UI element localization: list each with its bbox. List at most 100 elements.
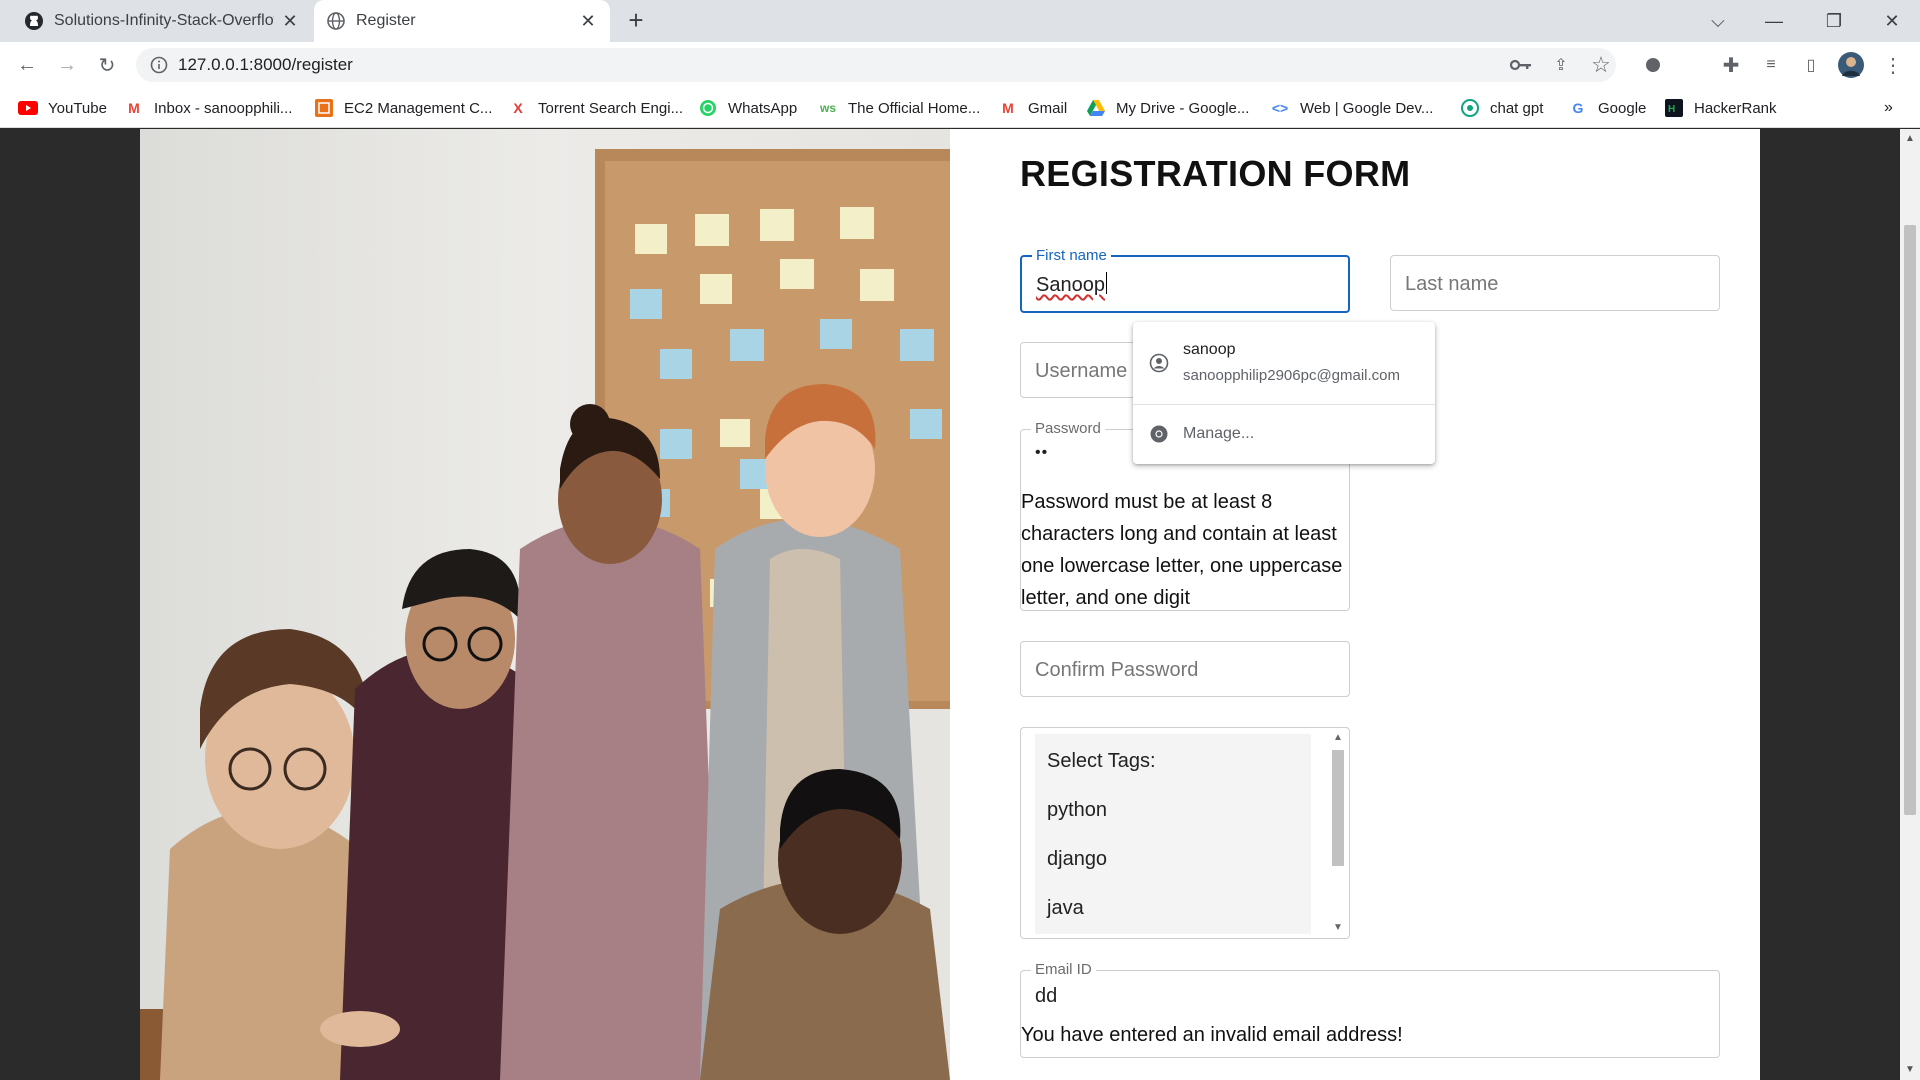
bookmark-official-home[interactable]: ws The Official Home... [818, 88, 980, 128]
suggestion-email: sanoopphilip2906pc@gmail.com [1183, 367, 1401, 384]
address-bar[interactable]: 127.0.0.1:8000/register [136, 48, 1616, 82]
bookmark-google-dev[interactable]: <> Web | Google Dev... [1270, 88, 1434, 128]
page-viewport: REGISTRATION FORM First name Sanoop Last… [0, 129, 1920, 1080]
tag-option-django[interactable]: django [1047, 848, 1107, 871]
bookmark-google[interactable]: G Google [1568, 88, 1647, 128]
bookmark-ec2[interactable]: EC2 Management C... [314, 88, 492, 128]
password-value: •• [1035, 444, 1049, 461]
bookmark-chatgpt[interactable]: chat gpt [1460, 88, 1543, 128]
forward-icon[interactable]: → [52, 50, 82, 80]
bookmark-label: WhatsApp [728, 99, 798, 117]
bookmark-label: My Drive - Google... [1116, 99, 1250, 117]
tags-select[interactable]: Select Tags: python django java ▲ ▼ [1020, 727, 1350, 939]
puzzle-icon[interactable]: ✚ [1718, 52, 1744, 78]
bookmarks-bar: YouTube M Inbox - sanoopphili... EC2 Man… [0, 88, 1920, 128]
last-name-placeholder: Last name [1405, 273, 1499, 295]
suggestion-name: sanoop [1183, 341, 1236, 358]
bookmark-label: The Official Home... [848, 99, 981, 117]
scrollbar-thumb[interactable] [1904, 225, 1916, 815]
registration-card: REGISTRATION FORM First name Sanoop Last… [140, 129, 1760, 1080]
bookmark-torrent[interactable]: X Torrent Search Engi... [508, 88, 683, 128]
key-icon[interactable] [1508, 52, 1534, 78]
bookmark-label: HackerRank [1694, 99, 1777, 117]
chatgpt-icon [1460, 98, 1480, 118]
team-photo [140, 129, 950, 1080]
minimize-icon[interactable]: — [1746, 0, 1802, 42]
bookmark-label: Google [1598, 99, 1647, 117]
confirm-password-placeholder: Confirm Password [1035, 659, 1199, 681]
close-tab-icon[interactable]: ✕ [578, 11, 598, 31]
star-icon[interactable]: ☆ [1588, 52, 1614, 78]
scroll-up-icon[interactable]: ▲ [1332, 732, 1344, 744]
email-value: dd [1035, 985, 1058, 1007]
first-name-value: Sanoop [1036, 272, 1107, 297]
menu-icon[interactable]: ⋮ [1880, 52, 1906, 78]
media-icon[interactable]: ≡ [1758, 52, 1784, 78]
autofill-popup: sanoop sanoopphilip2906pc@gmail.com Mana… [1133, 322, 1435, 464]
bookmark-label: Web | Google Dev... [1300, 99, 1434, 117]
extension-badge-icon[interactable] [1640, 52, 1666, 78]
username-placeholder: Username [1035, 360, 1128, 382]
more-bookmarks-icon[interactable]: » [1884, 88, 1893, 128]
tag-option-java[interactable]: java [1047, 897, 1084, 920]
autofill-suggestion[interactable]: sanoop sanoopphilip2906pc@gmail.com [1133, 322, 1435, 404]
scroll-up-icon[interactable]: ▲ [1904, 133, 1916, 145]
manage-link: Manage... [1183, 425, 1255, 442]
tab-github[interactable]: Solutions-Infinity-Stack-Overflow ✕ [12, 0, 312, 42]
bookmark-label: chat gpt [1490, 99, 1544, 117]
share-icon[interactable]: ⇪ [1548, 52, 1574, 78]
page-scrollbar[interactable]: ▲ ▼ [1900, 129, 1920, 1080]
tags-scrollbar[interactable]: ▲ ▼ [1329, 730, 1347, 936]
autofill-manage[interactable]: Manage... [1133, 405, 1435, 463]
new-tab-icon[interactable]: + [624, 7, 648, 33]
bookmark-drive[interactable]: My Drive - Google... [1086, 88, 1249, 128]
globe-icon [326, 11, 346, 31]
x-icon: X [513, 100, 523, 116]
bookmark-whatsapp[interactable]: WhatsApp [698, 88, 797, 128]
tab-register[interactable]: Register ✕ [314, 0, 610, 42]
hackerrank-icon: H [1664, 98, 1684, 118]
github-icon [24, 11, 44, 31]
text-caret [1105, 272, 1107, 294]
drive-icon [1086, 98, 1106, 118]
restore-icon[interactable]: ❐ [1806, 0, 1862, 42]
bookmark-inbox[interactable]: M Inbox - sanoopphili... [124, 88, 292, 128]
avatar[interactable] [1838, 52, 1864, 78]
whatsapp-icon [698, 98, 718, 118]
password-hint: Password must be at least 8 characters l… [1021, 491, 1343, 609]
first-name-label: First name [1032, 247, 1111, 264]
page-title: REGISTRATION FORM [1020, 153, 1411, 194]
back-icon[interactable]: ← [12, 50, 42, 80]
chrome-icon [1149, 424, 1169, 444]
bookmark-hackerrank[interactable]: H HackerRank [1664, 88, 1777, 128]
email-field[interactable]: Email ID dd You have entered an invalid … [1020, 961, 1720, 1058]
code-icon: <> [1271, 100, 1289, 116]
scrollbar-thumb[interactable] [1332, 750, 1344, 866]
tab-title: Solutions-Infinity-Stack-Overflow [54, 12, 274, 29]
site-icon: ws [819, 101, 836, 115]
gmail-icon: M [1002, 100, 1014, 116]
account-circle-icon [1149, 353, 1169, 373]
bookmark-youtube[interactable]: YouTube [18, 88, 107, 128]
info-icon[interactable] [150, 56, 168, 74]
side-panel-icon[interactable]: ▯ [1798, 52, 1824, 78]
bookmark-gmail[interactable]: M Gmail [998, 88, 1067, 128]
svg-text:H: H [1668, 104, 1675, 115]
password-label: Password [1031, 420, 1105, 437]
reload-icon[interactable]: ↻ [92, 50, 122, 80]
close-tab-icon[interactable]: ✕ [280, 11, 300, 31]
first-name-field[interactable]: First name Sanoop [1020, 247, 1350, 313]
confirm-password-field[interactable]: Confirm Password [1020, 641, 1350, 697]
gmail-icon: M [128, 100, 140, 116]
bookmark-label: Gmail [1028, 99, 1068, 117]
aws-icon [314, 98, 334, 118]
tab-search-icon[interactable]: ⌵ [1690, 0, 1746, 42]
bookmark-label: YouTube [48, 99, 107, 117]
bookmark-label: EC2 Management C... [344, 99, 493, 117]
last-name-field[interactable]: Last name [1390, 255, 1720, 311]
scroll-down-icon[interactable]: ▼ [1332, 922, 1344, 934]
scroll-down-icon[interactable]: ▼ [1904, 1064, 1916, 1076]
first-name-text: Sanoop [1036, 274, 1105, 296]
tag-option-python[interactable]: python [1047, 799, 1107, 822]
close-window-icon[interactable]: ✕ [1864, 0, 1920, 42]
